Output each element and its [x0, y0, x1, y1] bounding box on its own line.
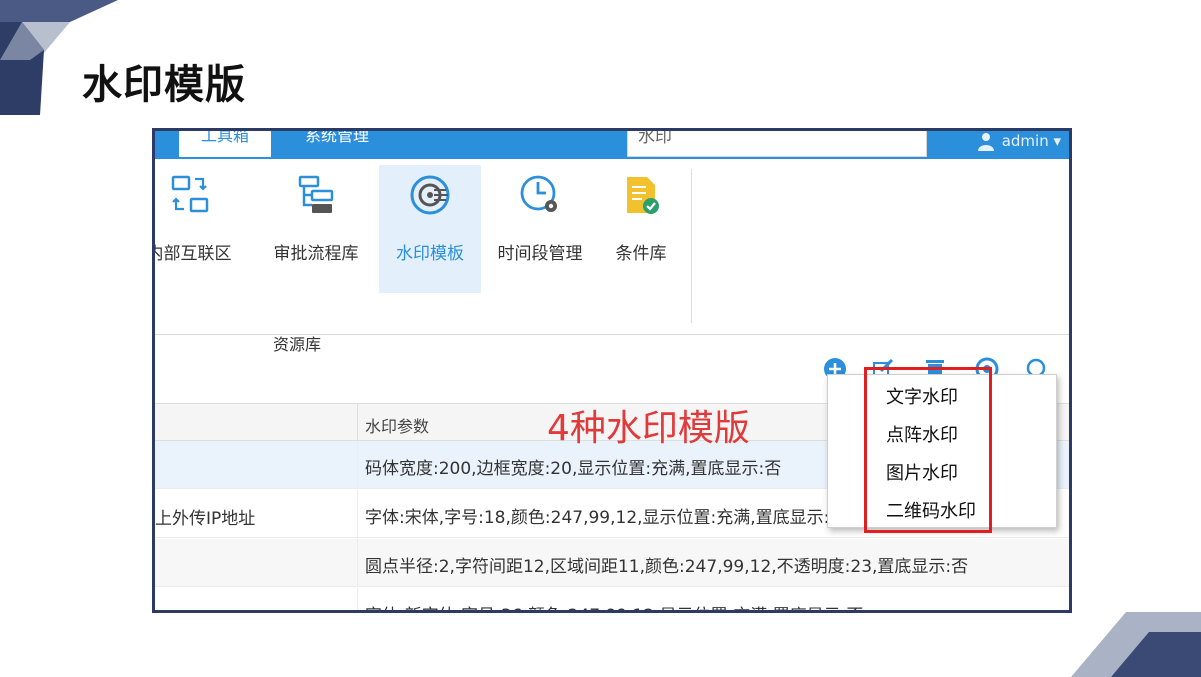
row-params: 圆点半径:2,字符间距12,区域间距11,颜色:247,99,12,不透明度:2… — [365, 557, 969, 577]
document-check-icon — [619, 173, 663, 217]
ribbon-item-watermark-template[interactable]: 水印模板 — [379, 165, 481, 293]
ribbon-item-label: 水印模板 — [396, 244, 464, 264]
tab-toolbox[interactable]: 工具箱 — [179, 131, 272, 157]
ribbon-item-time-period[interactable]: 时间段管理 — [485, 165, 595, 293]
row-params: 码体宽度:200,边框宽度:20,显示位置:充满,置底显示:否 — [365, 459, 782, 479]
ribbon-item-label: 条件库 — [615, 244, 667, 264]
table-row[interactable]: 字体:新宋体,字号:36,颜色:247,99,12,显示位置:充满,置底显示:否 — [155, 588, 1069, 610]
screenshot-frame: 工具箱 系统管理 水印 admin ▾ 内部互联区 审批流程库 水印模板 时间段… — [152, 128, 1072, 613]
ribbon-item-internal-interconnect[interactable]: 内部互联区 — [152, 165, 245, 293]
column-divider — [357, 539, 358, 586]
slide-title: 水印模版 — [82, 62, 246, 108]
column-header-params: 水印参数 — [365, 417, 430, 436]
column-divider — [357, 441, 358, 488]
top-nav-bar: 工具箱 系统管理 水印 admin ▾ — [155, 131, 1069, 159]
ribbon-item-label: 内部互联区 — [152, 244, 232, 264]
user-icon — [976, 131, 996, 151]
ribbon-item-condition-library[interactable]: 条件库 — [599, 165, 683, 293]
tab-system-management[interactable]: 系统管理 — [283, 131, 391, 157]
column-divider — [357, 588, 358, 610]
ribbon-group-label: 资源库 — [273, 335, 322, 354]
user-menu[interactable]: admin ▾ — [976, 131, 1061, 157]
search-input[interactable]: 水印 — [627, 131, 927, 157]
column-divider — [357, 490, 358, 537]
sync-screens-icon — [167, 173, 211, 217]
ribbon-item-label: 审批流程库 — [273, 244, 359, 264]
table-row[interactable]: 圆点半径:2,字符间距12,区域间距11,颜色:247,99,12,不透明度:2… — [155, 539, 1069, 587]
row-params: 字体:新宋体,字号:36,颜色:247,99,12,显示位置:充满,置底显示:否 — [365, 601, 863, 610]
workflow-icon — [294, 173, 338, 217]
clock-gear-icon — [518, 173, 562, 217]
column-divider — [357, 404, 358, 440]
highlight-box — [864, 367, 992, 533]
row-params: 字体:宋体,字号:18,颜色:247,99,12,显示位置:充满,置底显示:否 — [365, 508, 847, 528]
ribbon-separator — [691, 169, 692, 323]
add-watermark-dropdown: 文字水印 点阵水印 图片水印 二维码水印 — [827, 367, 1057, 533]
ribbon-item-approval-workflow[interactable]: 审批流程库 — [259, 165, 373, 293]
ribbon-item-label: 时间段管理 — [497, 244, 583, 264]
ribbon: 内部互联区 审批流程库 水印模板 时间段管理 条件库 资源库 — [152, 159, 1069, 354]
watermark-icon — [408, 173, 452, 217]
bottom-right-decoration — [1071, 612, 1201, 677]
annotation-text: 4种水印模版 — [547, 408, 750, 449]
user-name: admin ▾ — [1001, 132, 1061, 150]
row-name: 上外传IP地址 — [155, 509, 256, 529]
